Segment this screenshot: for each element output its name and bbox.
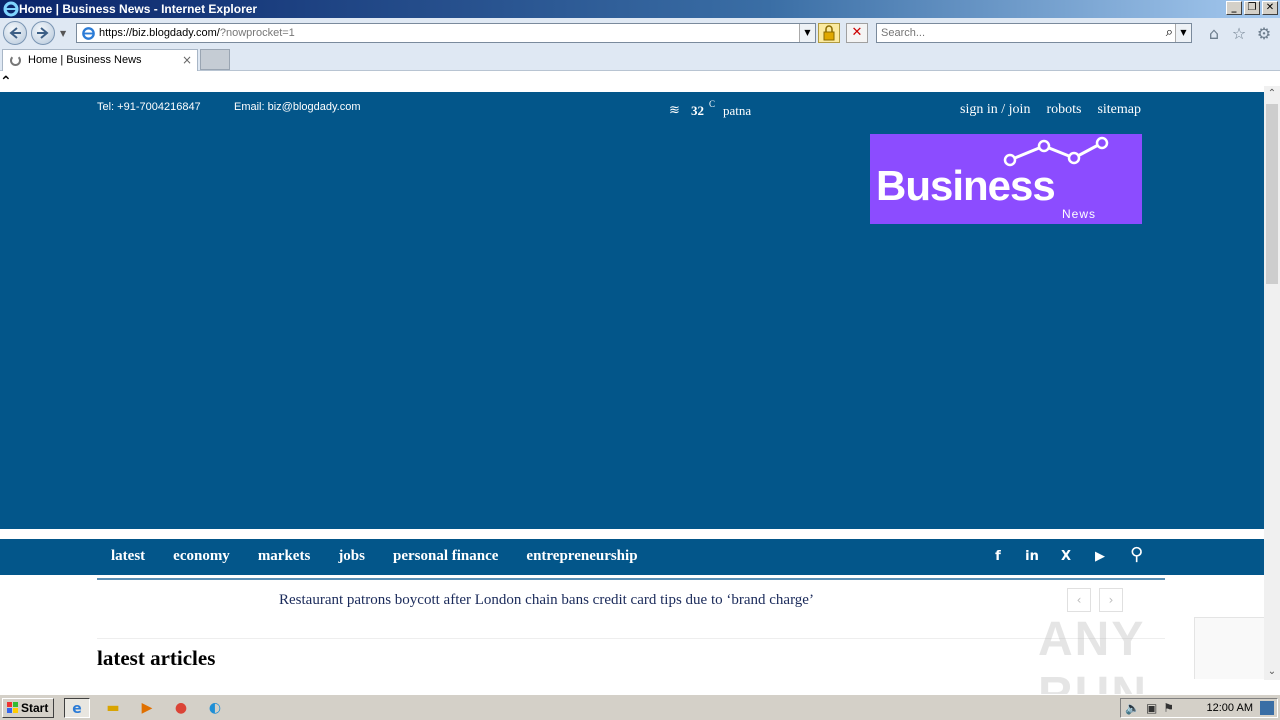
topbar-phone: Tel: +91-7004216847 [97, 101, 201, 113]
taskbar-chrome-icon[interactable]: ● [168, 698, 194, 718]
minimize-button[interactable]: _ [1226, 1, 1242, 15]
browser-search-box[interactable]: ⌕ ▼ [876, 23, 1192, 43]
browser-nav-row: ▼ https://biz.blogdady.com/?nowprocket=1… [0, 18, 1280, 48]
close-window-button[interactable]: ✕ [1262, 1, 1278, 15]
sitemap-link[interactable]: sitemap [1097, 102, 1141, 118]
taskbar-explorer-icon[interactable]: ▬ [100, 698, 126, 718]
window-title-bar: Home | Business News - Internet Explorer… [0, 0, 1280, 18]
address-bar[interactable]: https://biz.blogdady.com/?nowprocket=1 ▼ [76, 23, 816, 43]
site-header: Tel: +91-7004216847 Email: biz@blogdady.… [0, 92, 1264, 529]
navbar-inner: latest economy markets jobs personal fin… [97, 539, 1165, 575]
window-controls: _ ❐ ✕ [1226, 1, 1278, 15]
taskbar: Start e ▬ ▶ ● ◐ 🔈▣⚑ 12:00 AM [0, 694, 1280, 720]
history-dropdown-icon[interactable]: ▼ [60, 29, 66, 38]
menu-item-markets[interactable]: markets [258, 548, 311, 565]
forward-button[interactable] [31, 21, 55, 45]
taskbar-edge-icon[interactable]: ◐ [202, 698, 228, 718]
tab-title: Home | Business News [28, 54, 142, 66]
new-tab-button[interactable] [200, 49, 230, 70]
menu-item-entrepreneurship[interactable]: entrepreneurship [526, 548, 637, 565]
security-lock-button[interactable] [818, 23, 840, 43]
page-ie-icon [82, 27, 95, 40]
menu-item-latest[interactable]: latest [111, 548, 145, 565]
search-dropdown-icon[interactable]: ▼ [1175, 24, 1191, 42]
address-url[interactable]: https://biz.blogdady.com/?nowprocket=1 [99, 27, 295, 39]
url-query: ?nowprocket=1 [219, 27, 295, 39]
weather-mist-icon: ≋ [669, 103, 680, 118]
robots-link[interactable]: robots [1046, 102, 1081, 118]
section-title: latest articles [97, 646, 216, 670]
divider [97, 638, 1165, 639]
system-tray: 🔈▣⚑ 12:00 AM [1120, 698, 1278, 718]
ticker-prev-button[interactable]: ‹ [1067, 588, 1091, 612]
back-arrow-icon [9, 27, 21, 39]
stop-button[interactable]: ✕ [846, 23, 868, 43]
back-button[interactable] [3, 21, 27, 45]
home-icon[interactable]: ⌂ [1205, 25, 1223, 43]
weather-city: patna [723, 103, 752, 118]
lock-icon [823, 25, 835, 41]
menu-item-jobs[interactable]: jobs [338, 548, 365, 565]
caret-up-icon[interactable]: ⌃ [0, 74, 12, 90]
scroll-up-icon[interactable]: ⌃ [1264, 86, 1280, 102]
address-dropdown-icon[interactable]: ▼ [799, 24, 815, 42]
top-links: sign in / join robots sitemap [960, 102, 1141, 118]
sign-in-link[interactable]: sign in / join [960, 102, 1030, 118]
navbar-underline [97, 578, 1165, 580]
scroll-down-icon[interactable]: ⌄ [1264, 664, 1280, 680]
main-menu: latest economy markets jobs personal fin… [111, 548, 638, 565]
url-host: https://biz.blogdady.com/ [99, 27, 220, 39]
menu-item-personal-finance[interactable]: personal finance [393, 548, 498, 565]
x-twitter-icon[interactable]: X [1058, 549, 1074, 564]
tools-gear-icon[interactable]: ⚙ [1255, 25, 1273, 43]
ticker-next-button[interactable]: › [1099, 588, 1123, 612]
taskbar-ie-icon[interactable]: e [64, 698, 90, 718]
start-button[interactable]: Start [2, 698, 54, 718]
taskbar-media-player-icon[interactable]: ▶ [134, 698, 160, 718]
windows-flag-icon [7, 702, 18, 713]
search-icon[interactable]: ⚲ [1130, 544, 1143, 565]
search-icon[interactable]: ⌕ [1166, 25, 1173, 40]
logo-subtext: News [1062, 207, 1097, 221]
forward-arrow-icon [37, 27, 49, 39]
internet-explorer-icon [3, 1, 19, 17]
window-title: Home | Business News - Internet Explorer [19, 2, 258, 16]
favorites-star-icon[interactable]: ☆ [1230, 25, 1248, 43]
social-links: f in X ▶ [990, 549, 1108, 564]
youtube-icon[interactable]: ▶ [1092, 549, 1108, 564]
loading-spinner-icon [10, 55, 21, 66]
recaptcha-badge[interactable] [1194, 617, 1264, 679]
facebook-icon[interactable]: f [990, 549, 1006, 564]
restore-button[interactable]: ❐ [1244, 1, 1260, 15]
tab-home-business-news[interactable]: Home | Business News × [2, 49, 198, 71]
site-logo[interactable]: Business News [870, 134, 1142, 224]
start-label: Start [21, 701, 49, 715]
linkedin-icon[interactable]: in [1024, 549, 1040, 564]
weather-unit: C [709, 99, 716, 109]
scroll-thumb[interactable] [1266, 104, 1278, 284]
browser-search-input[interactable] [881, 26, 1151, 40]
page-viewport: ⌃ Tel: +91-7004216847 Email: biz@blogdad… [0, 72, 1264, 694]
clock: 12:00 AM [1206, 702, 1253, 714]
browser-tab-row: Home | Business News × [0, 48, 1280, 71]
tab-close-icon[interactable]: × [182, 53, 192, 67]
logo-text: Business [876, 162, 1056, 209]
tray-icons[interactable]: 🔈▣⚑ [1125, 701, 1180, 715]
menu-item-economy[interactable]: economy [173, 548, 230, 565]
weather-temperature: 32 [691, 103, 704, 118]
ticker-headline[interactable]: Restaurant patrons boycott after London … [279, 592, 814, 609]
show-desktop-button[interactable] [1260, 701, 1274, 715]
topbar-email[interactable]: Email: biz@blogdady.com [234, 101, 361, 113]
main-navbar: latest economy markets jobs personal fin… [0, 539, 1264, 575]
vertical-scrollbar[interactable]: ⌃ ⌄ [1264, 86, 1280, 680]
